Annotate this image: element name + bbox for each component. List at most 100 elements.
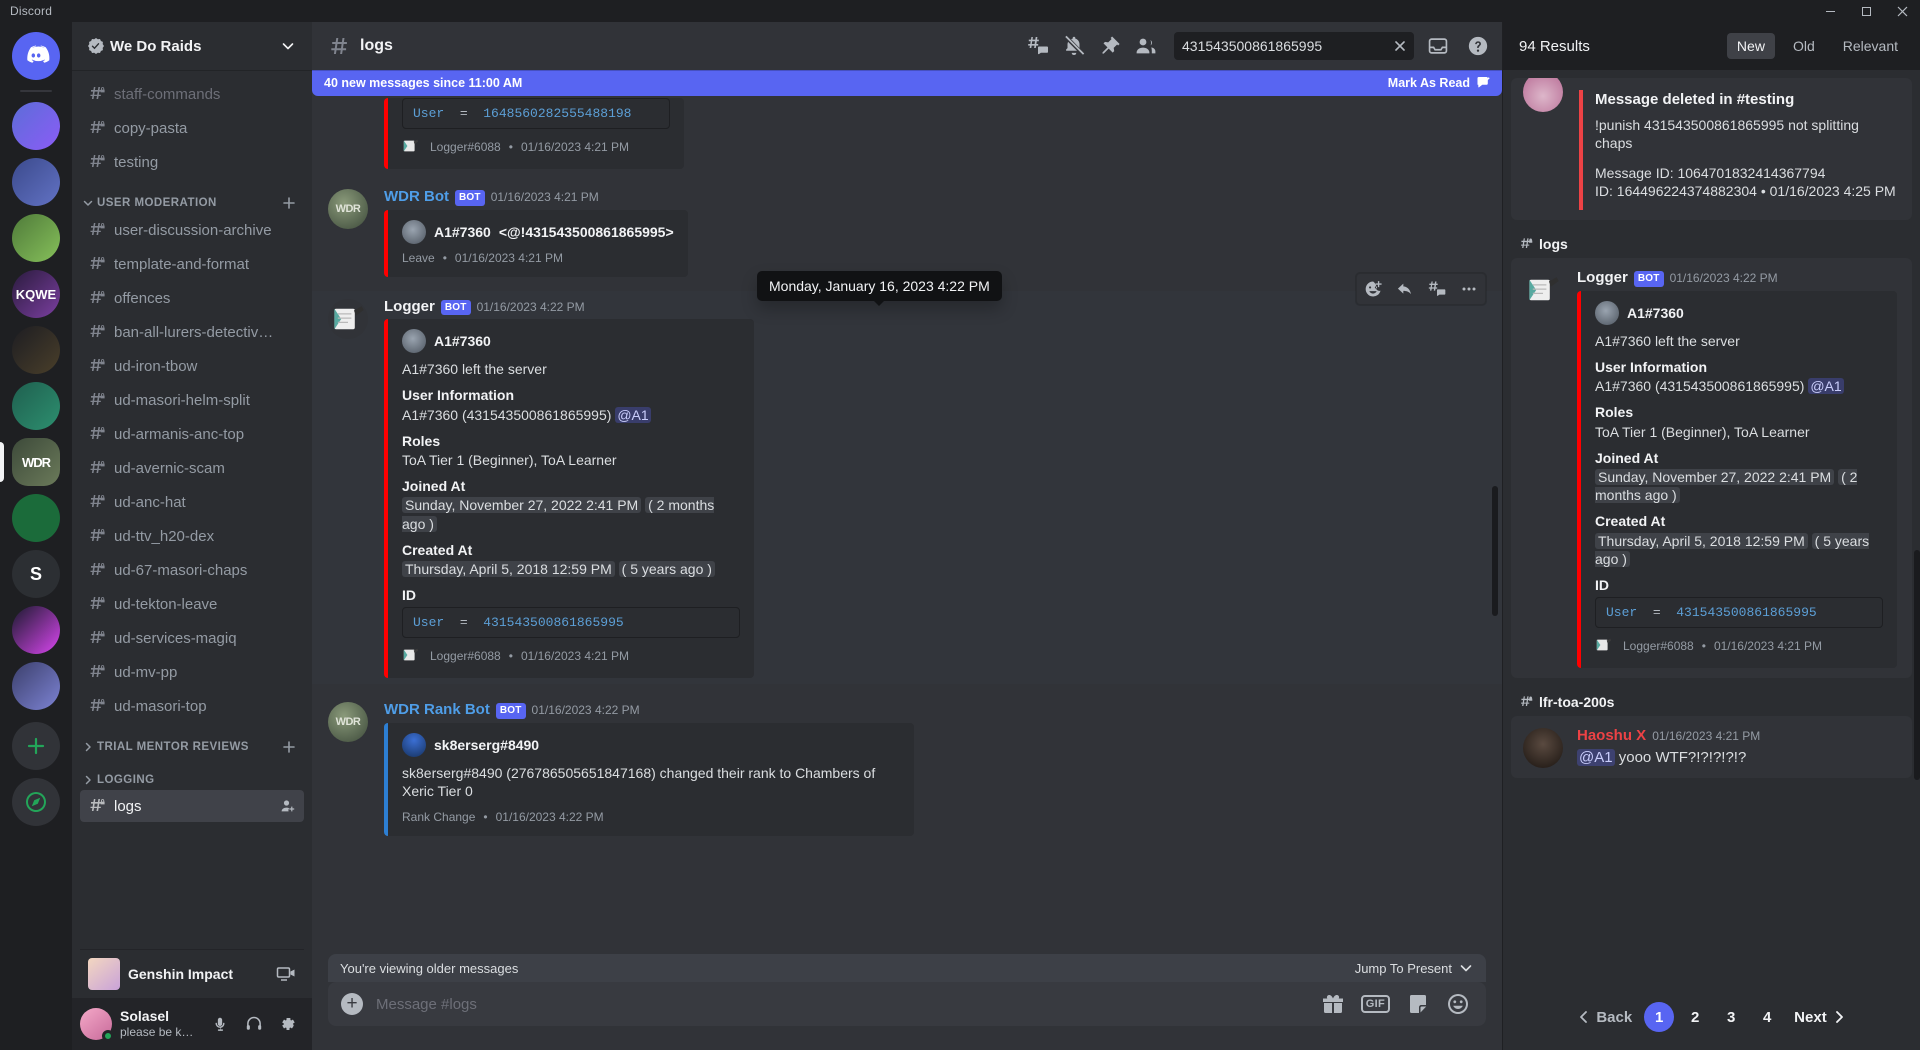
sidebar-channel-ud-avernic-scam[interactable]: ud-avernic-scam [80, 452, 304, 484]
avatar[interactable] [80, 1008, 114, 1042]
server-item-1[interactable] [0, 102, 72, 150]
msg-avatar[interactable] [1523, 270, 1563, 310]
close-button[interactable] [1884, 0, 1920, 22]
plus-icon[interactable]: + [341, 993, 363, 1015]
activity-bar[interactable]: Genshin Impact [80, 949, 304, 998]
minimize-button[interactable] [1812, 0, 1848, 22]
server-item-9[interactable] [0, 606, 72, 654]
message-author[interactable]: Haoshu X [1577, 726, 1646, 747]
server-avatar[interactable] [12, 214, 60, 262]
sidebar-channel-ud-anc-hat[interactable]: ud-anc-hat [80, 486, 304, 518]
gift-icon[interactable] [1321, 992, 1345, 1016]
server-avatar[interactable]: WDR [12, 438, 60, 486]
gif-icon[interactable]: GIF [1360, 995, 1390, 1013]
user-meta[interactable]: Solasel please be kin... [120, 1009, 196, 1039]
message-scrollbar[interactable] [1492, 486, 1498, 616]
chevron-down-icon[interactable] [280, 38, 296, 54]
pagination-page-1[interactable]: 1 [1644, 1002, 1675, 1032]
search-group-channel[interactable]: logs [1511, 232, 1912, 258]
search-result-haoshu[interactable]: Haoshu X 01/16/2023 4:21 PM @A1 yooo WTF… [1511, 716, 1912, 779]
add-member-icon[interactable] [280, 798, 296, 814]
server-item-10[interactable] [0, 662, 72, 710]
server-item-8[interactable]: S [0, 550, 72, 598]
close-icon[interactable] [1392, 38, 1408, 54]
sidebar-channel-ud-mv-pp[interactable]: ud-mv-pp [80, 656, 304, 688]
message-author[interactable]: Logger [1577, 268, 1628, 289]
pagination-page-3[interactable]: 3 [1716, 1002, 1746, 1032]
message-scroll-area[interactable]: User = 1648560282555488198 Logger#6088 •… [312, 96, 1502, 954]
sidebar-channel-copy-pasta[interactable]: copy-pasta [80, 112, 304, 144]
new-messages-bar[interactable]: 40 new messages since 11:00 AM Mark As R… [312, 70, 1502, 96]
maximize-button[interactable] [1848, 0, 1884, 22]
server-home[interactable] [0, 32, 72, 80]
guild-header[interactable]: We Do Raids [72, 22, 312, 70]
msg-avatar[interactable] [1523, 78, 1563, 112]
sidebar-channel-template-and-format[interactable]: template-and-format [80, 248, 304, 280]
sidebar-channel-staff-commands[interactable]: staff-commands [80, 78, 304, 110]
pinned-messages-icon[interactable] [1094, 30, 1126, 62]
create-thread-icon[interactable] [1421, 274, 1453, 304]
screen-share-icon[interactable] [276, 964, 296, 984]
sort-tab-old[interactable]: Old [1783, 33, 1825, 59]
server-avatar[interactable] [12, 326, 60, 374]
message-author[interactable]: Logger [384, 297, 435, 318]
reply-icon[interactable] [1389, 274, 1421, 304]
upload-attachment-button[interactable]: + [328, 982, 376, 1026]
search-scrollbar[interactable] [1914, 550, 1920, 780]
search-input[interactable] [1182, 38, 1388, 54]
jump-to-present-bar[interactable]: You're viewing older messages Jump To Pr… [328, 954, 1486, 982]
more-actions-icon[interactable] [1453, 274, 1485, 304]
sidebar-channel-ud-masori-helm-split[interactable]: ud-masori-helm-split [80, 384, 304, 416]
sidebar-channel-ud-tekton-leave[interactable]: ud-tekton-leave [80, 588, 304, 620]
message-author[interactable]: WDR Bot [384, 187, 449, 208]
compass-icon[interactable] [12, 778, 60, 826]
server-avatar[interactable] [12, 494, 60, 542]
search-results-scroll[interactable]: Message deleted in #testing !punish 4315… [1503, 70, 1920, 988]
settings-gear-icon[interactable] [272, 1008, 304, 1040]
emoji-icon[interactable] [1446, 992, 1470, 1016]
server-avatar[interactable] [12, 606, 60, 654]
server-avatar[interactable]: KQWE [12, 270, 60, 318]
server-item-4[interactable]: KQWE [0, 270, 72, 318]
sidebar-channel-ud-ttv-h20-dex[interactable]: ud-ttv_h20-dex [80, 520, 304, 552]
mention-chip[interactable]: @A1 [1577, 748, 1615, 766]
msg-avatar[interactable] [1523, 728, 1563, 769]
add-server-button[interactable] [0, 722, 72, 770]
msg-avatar[interactable]: WDR [328, 189, 368, 229]
category-logging[interactable]: LOGGING [80, 758, 304, 790]
sort-tab-new[interactable]: New [1726, 33, 1775, 59]
sidebar-channel-ud-armanis-anc-top[interactable]: ud-armanis-anc-top [80, 418, 304, 450]
sticker-icon[interactable] [1406, 992, 1430, 1016]
server-item-wdr[interactable]: WDR [0, 438, 72, 486]
message-composer[interactable]: + Message #logs GIF [328, 982, 1486, 1026]
server-item-2[interactable] [0, 158, 72, 206]
sort-tab-relevant[interactable]: Relevant [1833, 33, 1908, 59]
notification-off-icon[interactable] [1058, 30, 1090, 62]
sidebar-channel-logs[interactable]: logs [80, 790, 304, 822]
sidebar-channel-ud-masori-top[interactable]: ud-masori-top [80, 690, 304, 722]
plus-icon[interactable] [12, 722, 60, 770]
category-trial-mentor-reviews[interactable]: TRIAL MENTOR REVIEWS [80, 724, 304, 758]
search-box[interactable] [1174, 32, 1414, 60]
mention-chip[interactable]: @A1 [1808, 378, 1844, 395]
add-reaction-icon[interactable] [1357, 274, 1389, 304]
mic-icon[interactable] [204, 1008, 236, 1040]
discord-home-icon[interactable] [12, 32, 60, 80]
add-channel-icon[interactable] [282, 740, 296, 754]
sidebar-channel-ud-services-magiq[interactable]: ud-services-magiq [80, 622, 304, 654]
server-item-7[interactable] [0, 494, 72, 542]
server-item-3[interactable] [0, 214, 72, 262]
pagination-page-4[interactable]: 4 [1752, 1002, 1782, 1032]
threads-icon[interactable] [1022, 30, 1054, 62]
jump-to-present-button[interactable]: Jump To Present [1355, 960, 1474, 976]
msg-avatar[interactable] [328, 298, 368, 339]
headphones-icon[interactable] [238, 1008, 270, 1040]
inbox-icon[interactable] [1422, 30, 1454, 62]
sidebar-channel-offences[interactable]: offences [80, 282, 304, 314]
explore-servers-button[interactable] [0, 778, 72, 826]
server-avatar[interactable] [12, 382, 60, 430]
pagination-next-button[interactable]: Next [1788, 1002, 1852, 1032]
category-user-moderation[interactable]: USER MODERATION [80, 180, 304, 214]
sidebar-channel-user-discussion-archive[interactable]: user-discussion-archive [80, 214, 304, 246]
server-item-5[interactable] [0, 326, 72, 374]
